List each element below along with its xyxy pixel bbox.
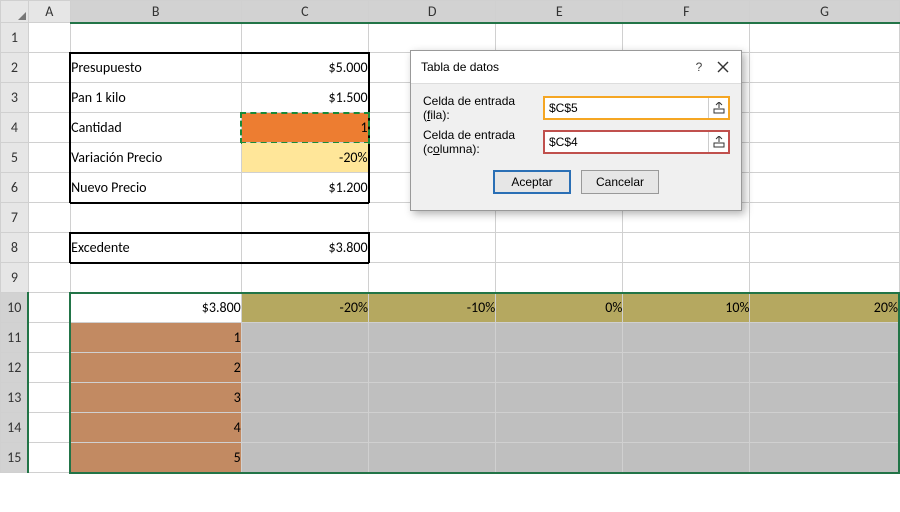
- row-header-4[interactable]: 4: [1, 113, 29, 143]
- col-header-E[interactable]: E: [496, 1, 623, 23]
- datatable-corner[interactable]: $3.800: [70, 293, 241, 323]
- row-header-6[interactable]: 6: [1, 173, 29, 203]
- row-input-wrap[interactable]: [544, 97, 729, 119]
- datatable-col-0[interactable]: -20%: [241, 293, 368, 323]
- row-header-7[interactable]: 7: [1, 203, 29, 233]
- row-header-15[interactable]: 15: [1, 443, 29, 473]
- cancel-button[interactable]: Cancelar: [581, 170, 659, 194]
- row-header-11[interactable]: 11: [1, 323, 29, 353]
- col-input-cell[interactable]: [545, 135, 708, 149]
- ok-button[interactable]: Aceptar: [493, 170, 571, 194]
- col-input-picker[interactable]: [708, 132, 728, 152]
- col-input-wrap[interactable]: [544, 131, 729, 153]
- col-header-F[interactable]: F: [623, 1, 750, 23]
- dialog-titlebar[interactable]: Tabla de datos ?: [411, 51, 741, 84]
- value-presupuesto[interactable]: $5.000: [241, 53, 368, 83]
- row-header-8[interactable]: 8: [1, 233, 29, 263]
- datatable-row-4[interactable]: 5: [70, 443, 241, 473]
- row-header-9[interactable]: 9: [1, 263, 29, 293]
- value-pan[interactable]: $1.500: [241, 83, 368, 113]
- datatable-col-3[interactable]: 10%: [623, 293, 750, 323]
- row-header-3[interactable]: 3: [1, 83, 29, 113]
- close-icon: [717, 61, 729, 73]
- col-input-label: Celda de entrada (columna):: [423, 128, 544, 156]
- value-excedente[interactable]: $3.800: [241, 233, 368, 263]
- datatable-col-1[interactable]: -10%: [369, 293, 496, 323]
- datatable-col-2[interactable]: 0%: [496, 293, 623, 323]
- value-nuevo[interactable]: $1.200: [241, 173, 368, 203]
- data-table-dialog: Tabla de datos ? Celda de entrada (fila)…: [410, 50, 742, 211]
- label-nuevo[interactable]: Nuevo Precio: [70, 173, 241, 203]
- col-header-D[interactable]: D: [369, 1, 496, 23]
- label-cantidad[interactable]: Cantidad: [70, 113, 241, 143]
- row-input-label: Celda de entrada (fila):: [423, 94, 544, 122]
- row-header-5[interactable]: 5: [1, 143, 29, 173]
- label-pan[interactable]: Pan 1 kilo: [70, 83, 241, 113]
- row-input-cell[interactable]: [545, 101, 708, 115]
- label-excedente[interactable]: Excedente: [70, 233, 241, 263]
- dialog-title: Tabla de datos: [421, 60, 687, 74]
- row-header-10[interactable]: 10: [1, 293, 29, 323]
- col-header-C[interactable]: C: [241, 1, 368, 23]
- datatable-row-3[interactable]: 4: [70, 413, 241, 443]
- label-variacion[interactable]: Variación Precio: [70, 143, 241, 173]
- collapse-dialog-icon: [713, 136, 725, 148]
- datatable-col-4[interactable]: 20%: [750, 293, 899, 323]
- col-header-B[interactable]: B: [70, 1, 241, 23]
- row-header-13[interactable]: 13: [1, 383, 29, 413]
- col-header-A[interactable]: A: [28, 1, 70, 23]
- value-variacion[interactable]: -20%: [241, 143, 368, 173]
- row-header-1[interactable]: 1: [1, 23, 29, 53]
- row-header-2[interactable]: 2: [1, 53, 29, 83]
- dialog-help-button[interactable]: ?: [687, 57, 711, 77]
- datatable-row-1[interactable]: 2: [70, 353, 241, 383]
- col-header-G[interactable]: G: [750, 1, 899, 23]
- select-all-corner[interactable]: [1, 1, 29, 23]
- value-cantidad[interactable]: 1: [241, 113, 368, 143]
- collapse-dialog-icon: [713, 102, 725, 114]
- datatable-row-2[interactable]: 3: [70, 383, 241, 413]
- label-presupuesto[interactable]: Presupuesto: [70, 53, 241, 83]
- row-header-12[interactable]: 12: [1, 353, 29, 383]
- datatable-row-0[interactable]: 1: [70, 323, 241, 353]
- row-input-picker[interactable]: [708, 98, 728, 118]
- dialog-close-button[interactable]: [711, 57, 735, 77]
- row-header-14[interactable]: 14: [1, 413, 29, 443]
